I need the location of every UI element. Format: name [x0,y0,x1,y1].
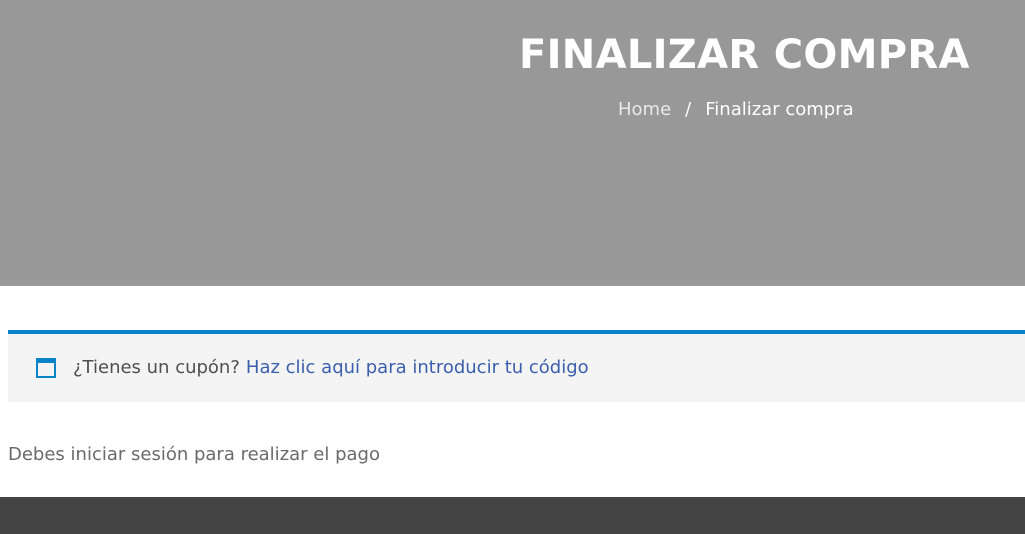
enter-coupon-link[interactable]: Haz clic aquí para introducir tu código [246,357,589,378]
coupon-message: ¿Tienes un cupón? Haz clic aquí para intr… [73,356,589,380]
page-footer [0,497,1025,534]
coupon-notice: ¿Tienes un cupón? Haz clic aquí para intr… [8,330,1025,402]
page-title: FINALIZAR COMPRA [519,32,970,78]
window-icon [36,358,56,378]
breadcrumb-separator: / [685,99,692,120]
breadcrumb: Home / Finalizar compra [618,98,854,122]
coupon-prompt: ¿Tienes un cupón? [73,357,240,378]
breadcrumb-current: Finalizar compra [705,99,854,120]
breadcrumb-home-link[interactable]: Home [618,99,671,120]
login-required-notice: Debes iniciar sesión para realizar el pa… [8,444,380,465]
page-header-banner: FINALIZAR COMPRA Home / Finalizar compra [0,0,1025,286]
